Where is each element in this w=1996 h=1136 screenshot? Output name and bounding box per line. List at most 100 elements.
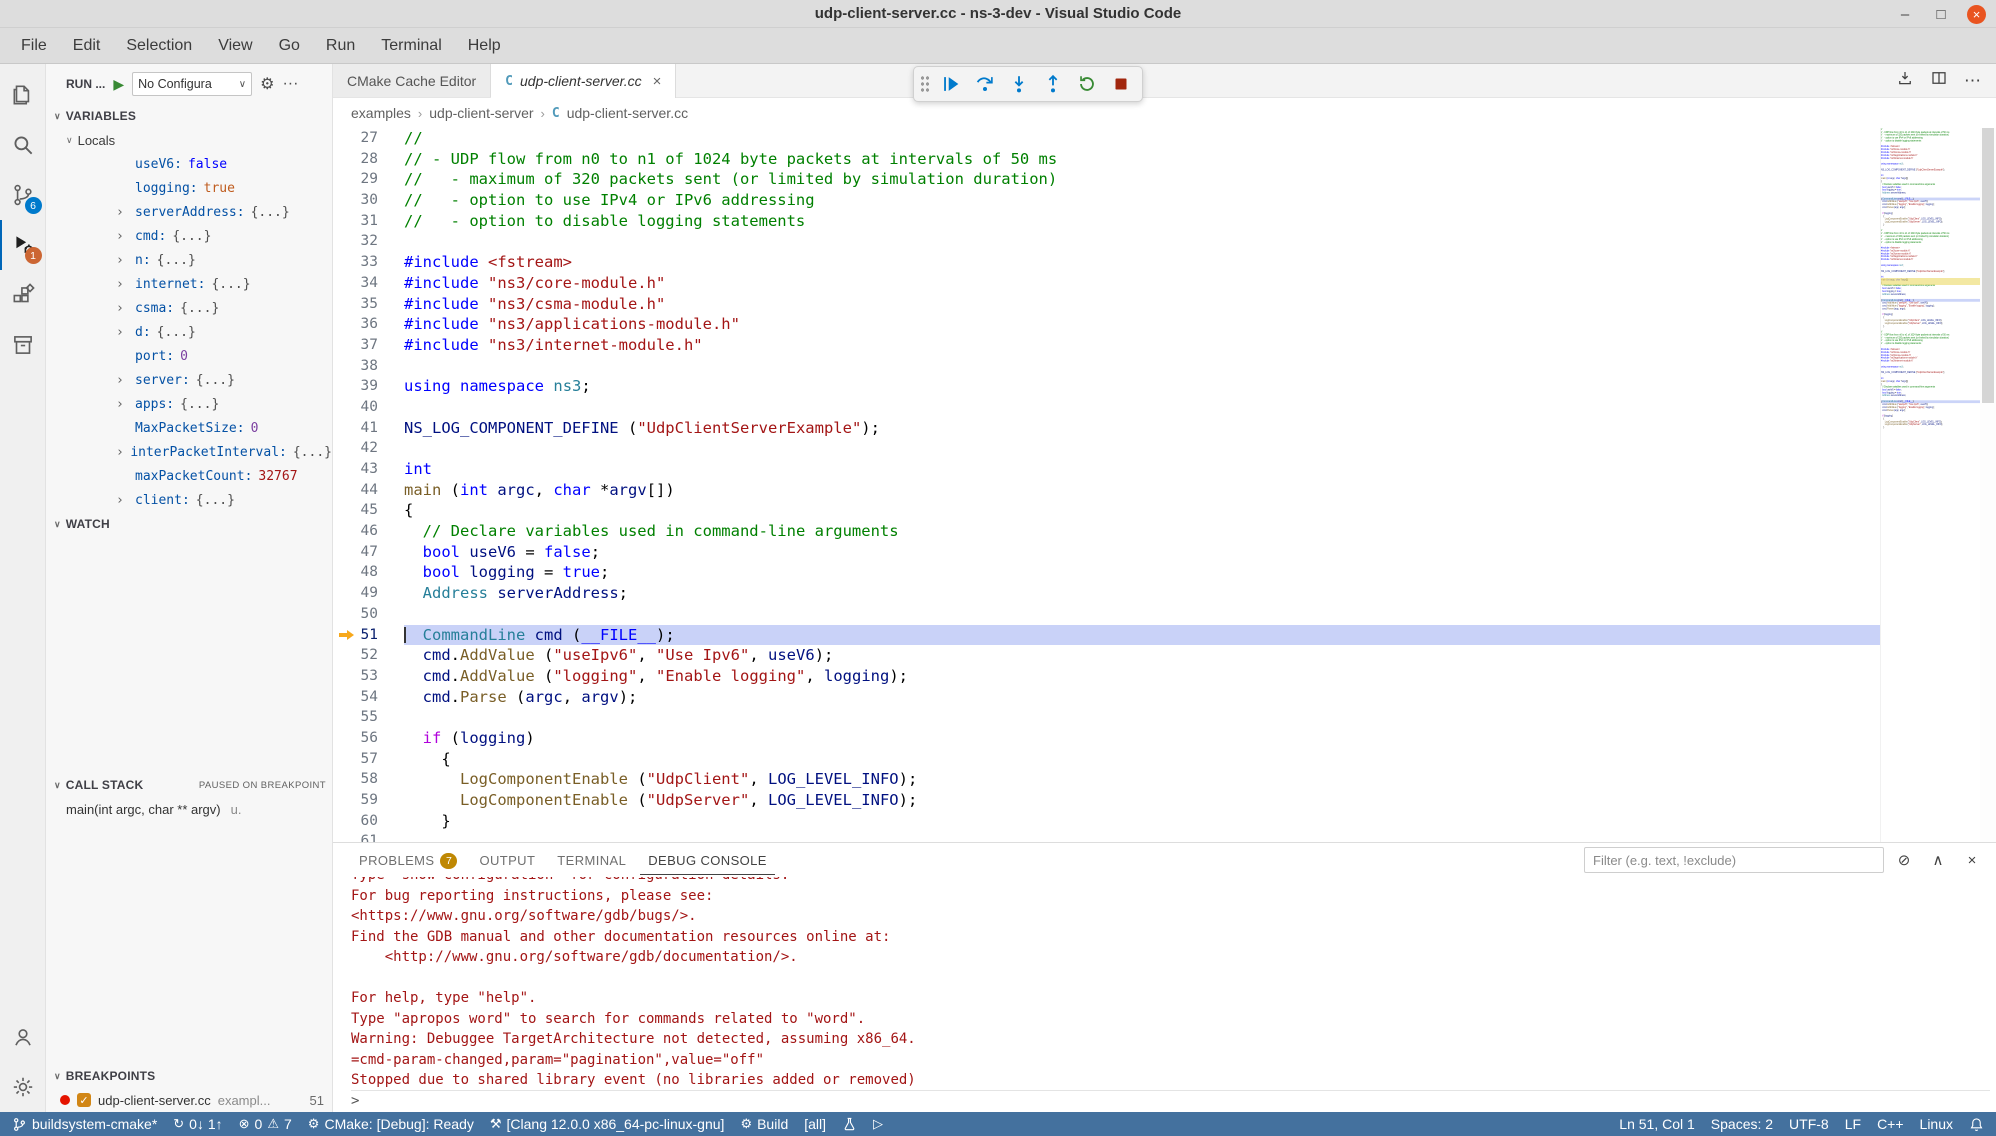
gutter-cell[interactable]: 49 bbox=[333, 583, 404, 604]
run-and-debug-icon[interactable]: 1 bbox=[0, 220, 46, 270]
code-line[interactable]: 49 Address serverAddress; bbox=[333, 583, 1880, 604]
tab-terminal[interactable]: TERMINAL bbox=[549, 846, 634, 874]
code-line[interactable]: 29// - maximum of 320 packets sent (or l… bbox=[333, 169, 1880, 190]
code-line[interactable]: 34#include "ns3/core-module.h" bbox=[333, 273, 1880, 294]
variable-row[interactable]: ›interPacketInterval:{...} bbox=[46, 440, 332, 464]
gutter-cell[interactable]: 39 bbox=[333, 376, 404, 397]
gutter-cell[interactable]: 35 bbox=[333, 294, 404, 315]
gutter-cell[interactable]: 38 bbox=[333, 356, 404, 377]
code-line[interactable]: 37#include "ns3/internet-module.h" bbox=[333, 335, 1880, 356]
code-line[interactable]: 35#include "ns3/csma-module.h" bbox=[333, 294, 1880, 315]
variable-row[interactable]: ›apps:{...} bbox=[46, 392, 332, 416]
close-tab-icon[interactable]: × bbox=[653, 73, 662, 90]
tab-cmake-cache-editor[interactable]: CMake Cache Editor bbox=[333, 64, 491, 97]
gutter-cell[interactable]: 43 bbox=[333, 459, 404, 480]
search-icon[interactable] bbox=[0, 120, 46, 170]
variable-row[interactable]: ›client:{...} bbox=[46, 488, 332, 512]
code-line[interactable]: 54 cmd.Parse (argc, argv); bbox=[333, 687, 1880, 708]
breadcrumb-item[interactable]: udp-client-server bbox=[429, 105, 533, 121]
code-line[interactable]: 45{ bbox=[333, 500, 1880, 521]
gutter-cell[interactable]: 31 bbox=[333, 211, 404, 232]
launch-target-item[interactable]: ▷ bbox=[873, 1116, 883, 1132]
menu-item-help[interactable]: Help bbox=[455, 37, 514, 55]
scrollbar-thumb[interactable] bbox=[1982, 128, 1994, 403]
explorer-icon[interactable] bbox=[0, 70, 46, 120]
notifications-item[interactable] bbox=[1969, 1117, 1984, 1132]
menu-item-go[interactable]: Go bbox=[266, 37, 313, 55]
gutter-cell[interactable]: 54 bbox=[333, 687, 404, 708]
code-line[interactable]: 33#include <fstream> bbox=[333, 252, 1880, 273]
restart-button[interactable] bbox=[1072, 69, 1102, 99]
gutter-cell[interactable]: 36 bbox=[333, 314, 404, 335]
gutter-cell[interactable]: 44 bbox=[333, 480, 404, 501]
indentation-item[interactable]: Spaces: 2 bbox=[1711, 1116, 1773, 1132]
gutter-cell[interactable]: 61 bbox=[333, 831, 404, 842]
code-line[interactable]: 44main (int argc, char *argv[]) bbox=[333, 480, 1880, 501]
variable-row[interactable]: ›maxPacketCount:32767 bbox=[46, 464, 332, 488]
stop-button[interactable] bbox=[1106, 69, 1136, 99]
debug-config-dropdown[interactable]: No Configura ∨ bbox=[132, 72, 252, 96]
language-mode-item[interactable]: C++ bbox=[1877, 1116, 1903, 1132]
gutter-cell[interactable]: 50 bbox=[333, 604, 404, 625]
variable-row[interactable]: ›csma:{...} bbox=[46, 296, 332, 320]
step-over-button[interactable] bbox=[970, 69, 1000, 99]
variable-row[interactable]: ›server:{...} bbox=[46, 368, 332, 392]
menu-item-view[interactable]: View bbox=[205, 37, 265, 55]
toolbar-drag-handle[interactable] bbox=[920, 75, 930, 93]
code-line[interactable]: 56 if (logging) bbox=[333, 728, 1880, 749]
gutter-cell[interactable]: 55 bbox=[333, 707, 404, 728]
account-icon[interactable] bbox=[0, 1012, 46, 1062]
step-out-button[interactable] bbox=[1038, 69, 1068, 99]
variable-row[interactable]: ›n:{...} bbox=[46, 248, 332, 272]
extensions-icon[interactable] bbox=[0, 270, 46, 320]
cmake-kit-item[interactable]: ⚒ [Clang 12.0.0 x86_64-pc-linux-gnu] bbox=[490, 1116, 725, 1132]
code-line[interactable]: 28// - UDP flow from n0 to n1 of 1024 by… bbox=[333, 149, 1880, 170]
console-input-row[interactable]: > bbox=[351, 1090, 1990, 1112]
gutter-cell[interactable]: 56 bbox=[333, 728, 404, 749]
menu-item-terminal[interactable]: Terminal bbox=[368, 37, 454, 55]
gutter-cell[interactable]: 51 bbox=[333, 625, 404, 646]
split-editor-icon[interactable] bbox=[1930, 69, 1948, 92]
code-line[interactable]: 61 bbox=[1881, 429, 1980, 432]
variable-row[interactable]: ›useV6:false bbox=[46, 152, 332, 176]
build-target-item[interactable]: [all] bbox=[804, 1116, 826, 1132]
locals-scope-row[interactable]: ∨ Locals bbox=[46, 128, 332, 152]
gutter-cell[interactable]: 52 bbox=[333, 645, 404, 666]
code-line[interactable]: 38 bbox=[333, 356, 1880, 377]
variable-row[interactable]: ›d:{...} bbox=[46, 320, 332, 344]
code-line[interactable]: 40 bbox=[333, 397, 1880, 418]
code-line[interactable]: 39using namespace ns3; bbox=[333, 376, 1880, 397]
clear-console-icon[interactable]: ⊘ bbox=[1890, 851, 1918, 869]
code-line[interactable]: 57 { bbox=[333, 749, 1880, 770]
close-button[interactable]: × bbox=[1967, 5, 1986, 24]
gutter-cell[interactable]: 27 bbox=[333, 128, 404, 149]
variable-row[interactable]: ›internet:{...} bbox=[46, 272, 332, 296]
variable-row[interactable]: ›cmd:{...} bbox=[46, 224, 332, 248]
code-line[interactable]: 48 bool logging = true; bbox=[333, 562, 1880, 583]
watch-section-header[interactable]: ∨ WATCH bbox=[46, 512, 332, 536]
gutter-cell[interactable]: 59 bbox=[333, 790, 404, 811]
code-line[interactable]: 31// - option to disable logging stateme… bbox=[333, 211, 1880, 232]
gutter-cell[interactable]: 33 bbox=[333, 252, 404, 273]
tab-udp-client-server[interactable]: C udp-client-server.cc × bbox=[491, 64, 676, 98]
start-debug-icon[interactable]: ▶ bbox=[113, 76, 124, 93]
minimap[interactable]: 27//28// - UDP flow from n0 to n1 of 102… bbox=[1880, 128, 1980, 842]
breakpoints-section-header[interactable]: ∨ BREAKPOINTS bbox=[46, 1064, 332, 1088]
code-line[interactable]: 41NS_LOG_COMPONENT_DEFINE ("UdpClientSer… bbox=[333, 418, 1880, 439]
gutter-cell[interactable]: 48 bbox=[333, 562, 404, 583]
breadcrumb-item[interactable]: udp-client-server.cc bbox=[567, 105, 688, 121]
breakpoint-row[interactable]: ✓ udp-client-server.cc exampl... 51 bbox=[46, 1088, 332, 1112]
tab-problems[interactable]: PROBLEMS 7 bbox=[351, 846, 465, 875]
breadcrumb-item[interactable]: examples bbox=[351, 105, 411, 121]
menu-item-edit[interactable]: Edit bbox=[60, 37, 114, 55]
continue-button[interactable] bbox=[936, 69, 966, 99]
gutter-cell[interactable]: 57 bbox=[333, 749, 404, 770]
gutter-cell[interactable]: 46 bbox=[333, 521, 404, 542]
code-line[interactable]: 47 bool useV6 = false; bbox=[333, 542, 1880, 563]
archive-box-icon[interactable] bbox=[0, 320, 46, 370]
console-filter-input[interactable] bbox=[1584, 847, 1884, 873]
code-line[interactable]: 60 } bbox=[333, 811, 1880, 832]
step-into-button[interactable] bbox=[1004, 69, 1034, 99]
close-panel-icon[interactable]: × bbox=[1958, 852, 1986, 869]
problems-item[interactable]: ⊗ 0 ⚠ 7 bbox=[239, 1116, 292, 1132]
